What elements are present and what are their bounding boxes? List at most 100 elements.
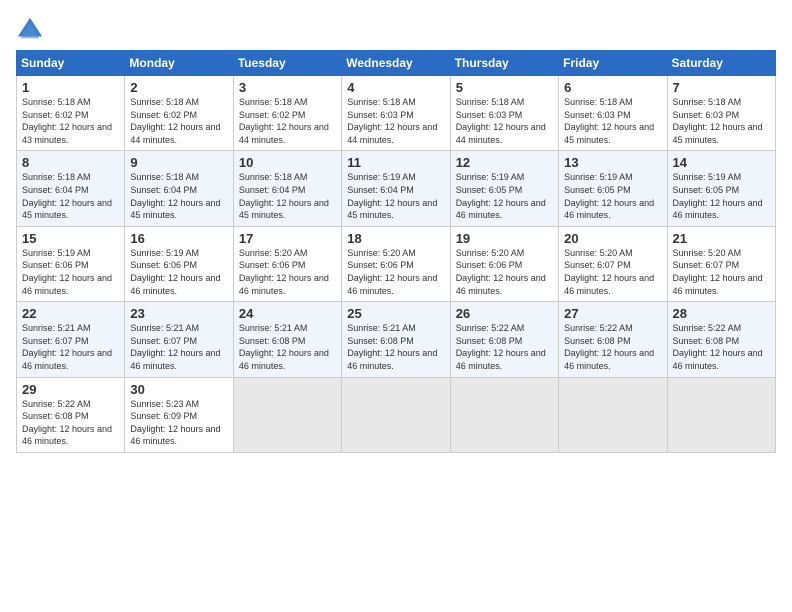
col-thursday: Thursday	[450, 51, 558, 76]
calendar-cell: 8 Sunrise: 5:18 AM Sunset: 6:04 PM Dayli…	[17, 151, 125, 226]
day-number: 18	[347, 231, 444, 246]
day-number: 29	[22, 382, 119, 397]
col-tuesday: Tuesday	[233, 51, 341, 76]
calendar-cell	[233, 377, 341, 452]
day-number: 1	[22, 80, 119, 95]
calendar-cell	[342, 377, 450, 452]
calendar-cell: 2 Sunrise: 5:18 AM Sunset: 6:02 PM Dayli…	[125, 76, 233, 151]
calendar-cell: 19 Sunrise: 5:20 AM Sunset: 6:06 PM Dayl…	[450, 226, 558, 301]
calendar-header-row: Sunday Monday Tuesday Wednesday Thursday…	[17, 51, 776, 76]
day-number: 22	[22, 306, 119, 321]
day-number: 30	[130, 382, 227, 397]
day-number: 11	[347, 155, 444, 170]
calendar-row: 22 Sunrise: 5:21 AM Sunset: 6:07 PM Dayl…	[17, 302, 776, 377]
day-number: 7	[673, 80, 770, 95]
day-info: Sunrise: 5:21 AM Sunset: 6:08 PM Dayligh…	[239, 322, 336, 372]
calendar-cell: 18 Sunrise: 5:20 AM Sunset: 6:06 PM Dayl…	[342, 226, 450, 301]
day-info: Sunrise: 5:18 AM Sunset: 6:04 PM Dayligh…	[130, 171, 227, 221]
day-number: 12	[456, 155, 553, 170]
day-number: 15	[22, 231, 119, 246]
day-number: 16	[130, 231, 227, 246]
calendar-cell: 13 Sunrise: 5:19 AM Sunset: 6:05 PM Dayl…	[559, 151, 667, 226]
day-info: Sunrise: 5:18 AM Sunset: 6:03 PM Dayligh…	[564, 96, 661, 146]
calendar-cell	[450, 377, 558, 452]
calendar-cell: 7 Sunrise: 5:18 AM Sunset: 6:03 PM Dayli…	[667, 76, 775, 151]
col-wednesday: Wednesday	[342, 51, 450, 76]
day-info: Sunrise: 5:18 AM Sunset: 6:02 PM Dayligh…	[239, 96, 336, 146]
col-saturday: Saturday	[667, 51, 775, 76]
calendar-table: Sunday Monday Tuesday Wednesday Thursday…	[16, 50, 776, 453]
calendar-cell: 12 Sunrise: 5:19 AM Sunset: 6:05 PM Dayl…	[450, 151, 558, 226]
day-number: 4	[347, 80, 444, 95]
day-number: 28	[673, 306, 770, 321]
page-header	[16, 16, 776, 44]
day-info: Sunrise: 5:21 AM Sunset: 6:07 PM Dayligh…	[22, 322, 119, 372]
day-info: Sunrise: 5:19 AM Sunset: 6:04 PM Dayligh…	[347, 171, 444, 221]
day-number: 26	[456, 306, 553, 321]
calendar-cell: 30 Sunrise: 5:23 AM Sunset: 6:09 PM Dayl…	[125, 377, 233, 452]
logo-icon	[16, 16, 44, 44]
day-number: 17	[239, 231, 336, 246]
calendar-cell: 22 Sunrise: 5:21 AM Sunset: 6:07 PM Dayl…	[17, 302, 125, 377]
calendar-cell: 15 Sunrise: 5:19 AM Sunset: 6:06 PM Dayl…	[17, 226, 125, 301]
day-info: Sunrise: 5:22 AM Sunset: 6:08 PM Dayligh…	[564, 322, 661, 372]
day-number: 6	[564, 80, 661, 95]
day-number: 8	[22, 155, 119, 170]
calendar-cell: 14 Sunrise: 5:19 AM Sunset: 6:05 PM Dayl…	[667, 151, 775, 226]
calendar-cell: 1 Sunrise: 5:18 AM Sunset: 6:02 PM Dayli…	[17, 76, 125, 151]
day-info: Sunrise: 5:22 AM Sunset: 6:08 PM Dayligh…	[22, 398, 119, 448]
day-number: 23	[130, 306, 227, 321]
calendar-cell: 11 Sunrise: 5:19 AM Sunset: 6:04 PM Dayl…	[342, 151, 450, 226]
calendar-row: 8 Sunrise: 5:18 AM Sunset: 6:04 PM Dayli…	[17, 151, 776, 226]
day-number: 9	[130, 155, 227, 170]
calendar-row: 1 Sunrise: 5:18 AM Sunset: 6:02 PM Dayli…	[17, 76, 776, 151]
day-info: Sunrise: 5:23 AM Sunset: 6:09 PM Dayligh…	[130, 398, 227, 448]
day-number: 19	[456, 231, 553, 246]
col-monday: Monday	[125, 51, 233, 76]
calendar-cell: 20 Sunrise: 5:20 AM Sunset: 6:07 PM Dayl…	[559, 226, 667, 301]
day-info: Sunrise: 5:18 AM Sunset: 6:02 PM Dayligh…	[22, 96, 119, 146]
day-info: Sunrise: 5:19 AM Sunset: 6:06 PM Dayligh…	[22, 247, 119, 297]
day-number: 24	[239, 306, 336, 321]
calendar-cell	[559, 377, 667, 452]
day-info: Sunrise: 5:18 AM Sunset: 6:04 PM Dayligh…	[239, 171, 336, 221]
calendar-cell: 27 Sunrise: 5:22 AM Sunset: 6:08 PM Dayl…	[559, 302, 667, 377]
day-info: Sunrise: 5:19 AM Sunset: 6:05 PM Dayligh…	[456, 171, 553, 221]
calendar-cell: 23 Sunrise: 5:21 AM Sunset: 6:07 PM Dayl…	[125, 302, 233, 377]
day-info: Sunrise: 5:21 AM Sunset: 6:07 PM Dayligh…	[130, 322, 227, 372]
day-info: Sunrise: 5:18 AM Sunset: 6:03 PM Dayligh…	[456, 96, 553, 146]
col-friday: Friday	[559, 51, 667, 76]
day-info: Sunrise: 5:20 AM Sunset: 6:06 PM Dayligh…	[239, 247, 336, 297]
logo	[16, 16, 48, 44]
calendar-row: 15 Sunrise: 5:19 AM Sunset: 6:06 PM Dayl…	[17, 226, 776, 301]
day-number: 10	[239, 155, 336, 170]
calendar-cell: 24 Sunrise: 5:21 AM Sunset: 6:08 PM Dayl…	[233, 302, 341, 377]
calendar-row: 29 Sunrise: 5:22 AM Sunset: 6:08 PM Dayl…	[17, 377, 776, 452]
day-info: Sunrise: 5:18 AM Sunset: 6:04 PM Dayligh…	[22, 171, 119, 221]
calendar-cell: 10 Sunrise: 5:18 AM Sunset: 6:04 PM Dayl…	[233, 151, 341, 226]
day-info: Sunrise: 5:19 AM Sunset: 6:05 PM Dayligh…	[564, 171, 661, 221]
day-info: Sunrise: 5:21 AM Sunset: 6:08 PM Dayligh…	[347, 322, 444, 372]
day-info: Sunrise: 5:20 AM Sunset: 6:06 PM Dayligh…	[456, 247, 553, 297]
calendar-cell: 17 Sunrise: 5:20 AM Sunset: 6:06 PM Dayl…	[233, 226, 341, 301]
calendar-cell: 25 Sunrise: 5:21 AM Sunset: 6:08 PM Dayl…	[342, 302, 450, 377]
calendar-cell: 6 Sunrise: 5:18 AM Sunset: 6:03 PM Dayli…	[559, 76, 667, 151]
day-number: 14	[673, 155, 770, 170]
day-number: 27	[564, 306, 661, 321]
day-info: Sunrise: 5:22 AM Sunset: 6:08 PM Dayligh…	[673, 322, 770, 372]
day-info: Sunrise: 5:20 AM Sunset: 6:07 PM Dayligh…	[564, 247, 661, 297]
calendar-cell	[667, 377, 775, 452]
calendar-cell: 16 Sunrise: 5:19 AM Sunset: 6:06 PM Dayl…	[125, 226, 233, 301]
day-number: 3	[239, 80, 336, 95]
calendar-cell: 26 Sunrise: 5:22 AM Sunset: 6:08 PM Dayl…	[450, 302, 558, 377]
day-number: 5	[456, 80, 553, 95]
day-info: Sunrise: 5:20 AM Sunset: 6:06 PM Dayligh…	[347, 247, 444, 297]
day-info: Sunrise: 5:18 AM Sunset: 6:03 PM Dayligh…	[347, 96, 444, 146]
day-info: Sunrise: 5:18 AM Sunset: 6:03 PM Dayligh…	[673, 96, 770, 146]
calendar-cell: 9 Sunrise: 5:18 AM Sunset: 6:04 PM Dayli…	[125, 151, 233, 226]
day-number: 13	[564, 155, 661, 170]
day-number: 25	[347, 306, 444, 321]
day-info: Sunrise: 5:22 AM Sunset: 6:08 PM Dayligh…	[456, 322, 553, 372]
calendar-cell: 28 Sunrise: 5:22 AM Sunset: 6:08 PM Dayl…	[667, 302, 775, 377]
calendar-cell: 4 Sunrise: 5:18 AM Sunset: 6:03 PM Dayli…	[342, 76, 450, 151]
